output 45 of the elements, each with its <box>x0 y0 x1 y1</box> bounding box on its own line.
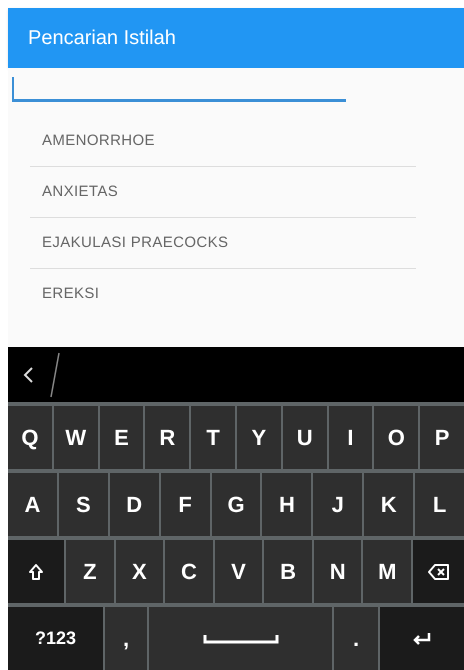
key[interactable]: X <box>116 540 164 603</box>
key[interactable]: T <box>191 406 235 469</box>
key[interactable]: F <box>160 473 210 536</box>
term-item[interactable]: EREKSI <box>30 269 416 320</box>
key[interactable]: Q <box>8 406 52 469</box>
space-key[interactable] <box>149 607 332 670</box>
key[interactable]: K <box>364 473 414 536</box>
key[interactable]: C <box>165 540 213 603</box>
key[interactable]: S <box>58 473 108 536</box>
key[interactable]: . <box>334 607 378 670</box>
key[interactable]: P <box>420 406 464 469</box>
key[interactable]: R <box>145 406 190 469</box>
key[interactable]: D <box>110 473 159 536</box>
key[interactable]: U <box>282 406 327 469</box>
symbols-key[interactable]: ?123 <box>8 607 103 670</box>
backspace-key[interactable] <box>413 540 464 603</box>
term-item[interactable]: ANXIETAS <box>30 167 416 218</box>
key[interactable]: E <box>100 406 144 469</box>
key[interactable]: N <box>314 540 362 603</box>
key[interactable]: I <box>328 406 372 469</box>
key[interactable]: L <box>415 473 464 536</box>
shift-key[interactable] <box>8 540 64 603</box>
chevron-left-icon[interactable] <box>22 366 34 384</box>
key[interactable]: W <box>54 406 98 469</box>
enter-icon <box>412 632 432 646</box>
shift-icon <box>28 562 44 580</box>
key[interactable]: J <box>313 473 362 536</box>
term-item[interactable]: AMENORRHOE <box>30 116 416 167</box>
key[interactable]: Y <box>236 406 281 469</box>
backspace-icon <box>428 564 450 580</box>
key[interactable]: O <box>374 406 418 469</box>
search-field[interactable] <box>12 76 346 102</box>
key[interactable]: M <box>363 540 412 603</box>
app-title: Pencarian Istilah <box>28 26 176 51</box>
term-item[interactable]: EJAKULASI PRAECOCKS <box>30 218 416 269</box>
spacebar-icon <box>202 634 278 644</box>
key[interactable]: B <box>264 540 312 603</box>
key[interactable]: G <box>212 473 260 536</box>
key[interactable]: H <box>262 473 312 536</box>
key[interactable]: , <box>105 607 147 670</box>
key[interactable]: V <box>214 540 262 603</box>
text-cursor <box>12 76 14 98</box>
key[interactable]: A <box>8 473 57 536</box>
key[interactable]: Z <box>66 540 114 603</box>
divider-slash-icon <box>50 352 60 398</box>
